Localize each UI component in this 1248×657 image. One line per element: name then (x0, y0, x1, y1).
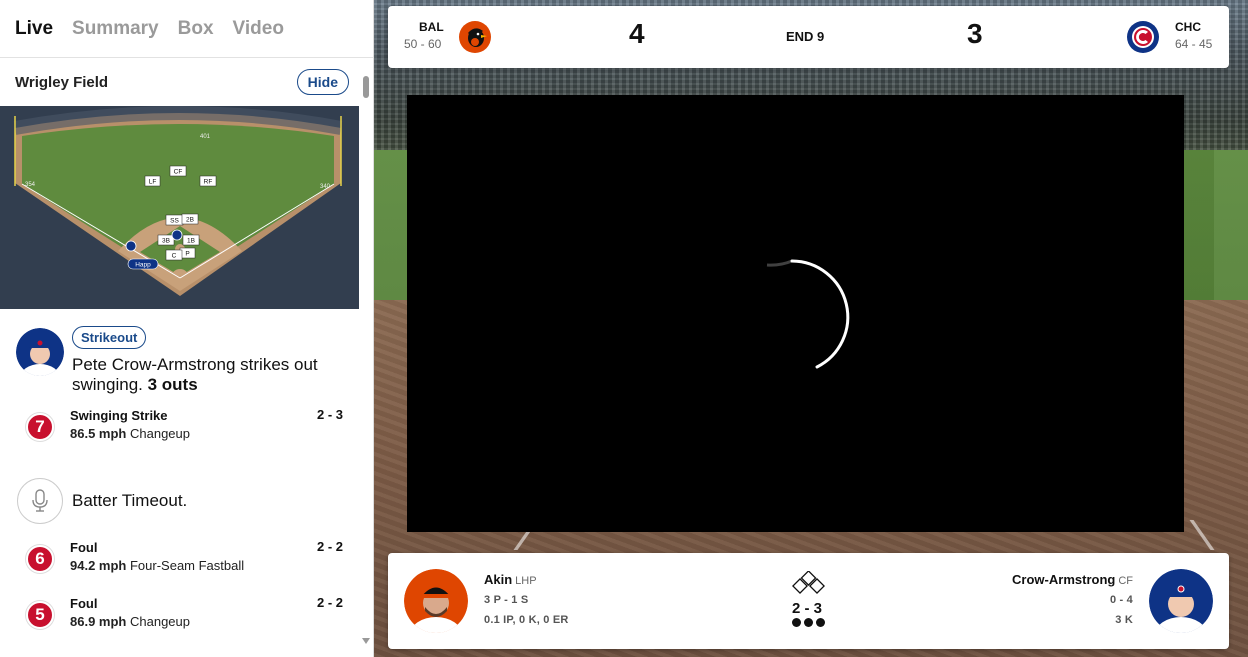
batter-photo (1149, 569, 1213, 633)
tab-video[interactable]: Video (233, 18, 284, 40)
pitch-type: Changeup (129, 614, 190, 629)
pitch-number: 5 (26, 601, 54, 629)
loading-spinner-icon (766, 259, 850, 369)
out-dot (816, 618, 825, 627)
inning-status: END 9 (786, 29, 825, 44)
pitch-speed: 94.2 mph (70, 558, 127, 573)
pitch-type: Four-Seam Fastball (129, 558, 245, 573)
pitch-type: Changeup (129, 426, 190, 441)
tab-box[interactable]: Box (178, 18, 214, 40)
pitch-row: 5 Foul 86.9 mph Changeup 2 - 2 (0, 595, 359, 651)
microphone-icon (17, 478, 63, 524)
batter-name-text: Crow-Armstrong (1012, 572, 1116, 587)
pitcher-photo (404, 569, 468, 633)
timeout-row: Batter Timeout. (0, 463, 359, 539)
batter-name: Crow-Armstrong CF (1012, 572, 1133, 587)
pitcher-game-line: 0.1 IP, 0 K, 0 ER (484, 614, 569, 626)
ball-strike-count: 2 - 3 (792, 600, 823, 617)
scroll-thumb[interactable] (363, 76, 369, 98)
pitcher-pitch-count: 3 P - 1 S (484, 594, 529, 606)
venue-header: Wrigley Field Hide (0, 58, 373, 106)
pitcher-position: LHP (515, 575, 537, 587)
matchup-panel: Akin LHP 3 P - 1 S 0.1 IP, 0 K, 0 ER 2 - … (388, 553, 1229, 649)
venue-name: Wrigley Field (15, 73, 109, 91)
tab-summary[interactable]: Summary (72, 18, 159, 40)
home-score: 3 (967, 18, 983, 49)
sidebar-scrollbar[interactable] (362, 72, 370, 644)
runner-label: Happ (135, 262, 151, 269)
event-badge[interactable]: Strikeout (72, 326, 147, 349)
pos-2b: 2B (186, 217, 194, 224)
pos-rf: RF (204, 179, 213, 186)
pos-1b: 1B (187, 238, 195, 245)
pitch-row: 7 Swinging Strike 86.5 mph Changeup 2 - … (0, 407, 359, 463)
play-feed: Strikeout Pete Crow-Armstrong strikes ou… (0, 318, 359, 657)
scroll-down-arrow[interactable] (362, 638, 370, 644)
home-team-abbr: CHC (1175, 20, 1201, 34)
pitch-speed: 86.5 mph (70, 426, 127, 441)
pos-ss: SS (170, 218, 179, 225)
pitcher-name-text: Akin (484, 572, 513, 587)
pitch-count: 2 - 2 (316, 595, 343, 610)
event-summary: Strikeout Pete Crow-Armstrong strikes ou… (0, 318, 359, 403)
pitch-result: Foul (70, 540, 98, 555)
outs-indicator (792, 618, 825, 627)
hide-field-button[interactable]: Hide (296, 69, 349, 95)
orioles-logo (459, 21, 491, 53)
batter-avatar (16, 328, 64, 376)
pitch-count: 2 - 2 (316, 539, 343, 554)
pos-3b: 3B (162, 238, 170, 245)
distance-center: 401 (200, 134, 211, 140)
pitch-result: Swinging Strike (70, 408, 168, 423)
pos-lf: LF (149, 179, 157, 186)
event-description: Pete Crow-Armstrong strikes out swinging… (72, 355, 343, 395)
batter-game-line: 0 - 4 (1109, 594, 1133, 606)
pos-cf: CF (174, 169, 183, 176)
pitch-number: 7 (26, 413, 54, 441)
video-player[interactable] (407, 95, 1184, 532)
fielder-dot (171, 229, 183, 241)
out-dot (792, 618, 801, 627)
pitcher-name: Akin LHP (484, 572, 537, 587)
pitch-row: 6 Foul 94.2 mph Four-Seam Fastball 2 - 2 (0, 539, 359, 595)
home-team-record: 64 - 45 (1175, 37, 1213, 51)
timeout-text: Batter Timeout. (72, 491, 188, 510)
distance-right: 340 (320, 184, 331, 190)
pos-p: P (185, 251, 189, 258)
event-outs: 3 outs (147, 375, 198, 394)
pitch-count: 2 - 3 (316, 407, 343, 422)
bases-icon (791, 570, 827, 602)
tab-live[interactable]: Live (15, 18, 53, 40)
away-score: 4 (629, 18, 645, 49)
pitch-result: Foul (70, 596, 98, 611)
pitch-number: 6 (26, 545, 54, 573)
scoreboard: BAL 50 - 60 4 END 9 3 CHC 64 - 45 (388, 6, 1229, 68)
away-team-record: 50 - 60 (404, 37, 442, 51)
out-dot (804, 618, 813, 627)
cubs-logo (1127, 21, 1159, 53)
distance-left: 354 (25, 182, 36, 188)
batter-position: CF (1118, 575, 1133, 587)
game-tabs: Live Summary Box Video (0, 0, 373, 58)
pitch-speed: 86.9 mph (70, 614, 127, 629)
away-team-abbr: BAL (419, 20, 444, 34)
runner-dot (125, 240, 137, 252)
gameday-sidebar: Live Summary Box Video Wrigley Field Hid… (0, 0, 374, 657)
batter-strikeouts: 3 K (1115, 614, 1133, 626)
pos-c: C (172, 253, 177, 260)
field-diagram: 401 354 340 LF CF RF SS 2B 3B 1B P C Hap… (0, 106, 359, 309)
